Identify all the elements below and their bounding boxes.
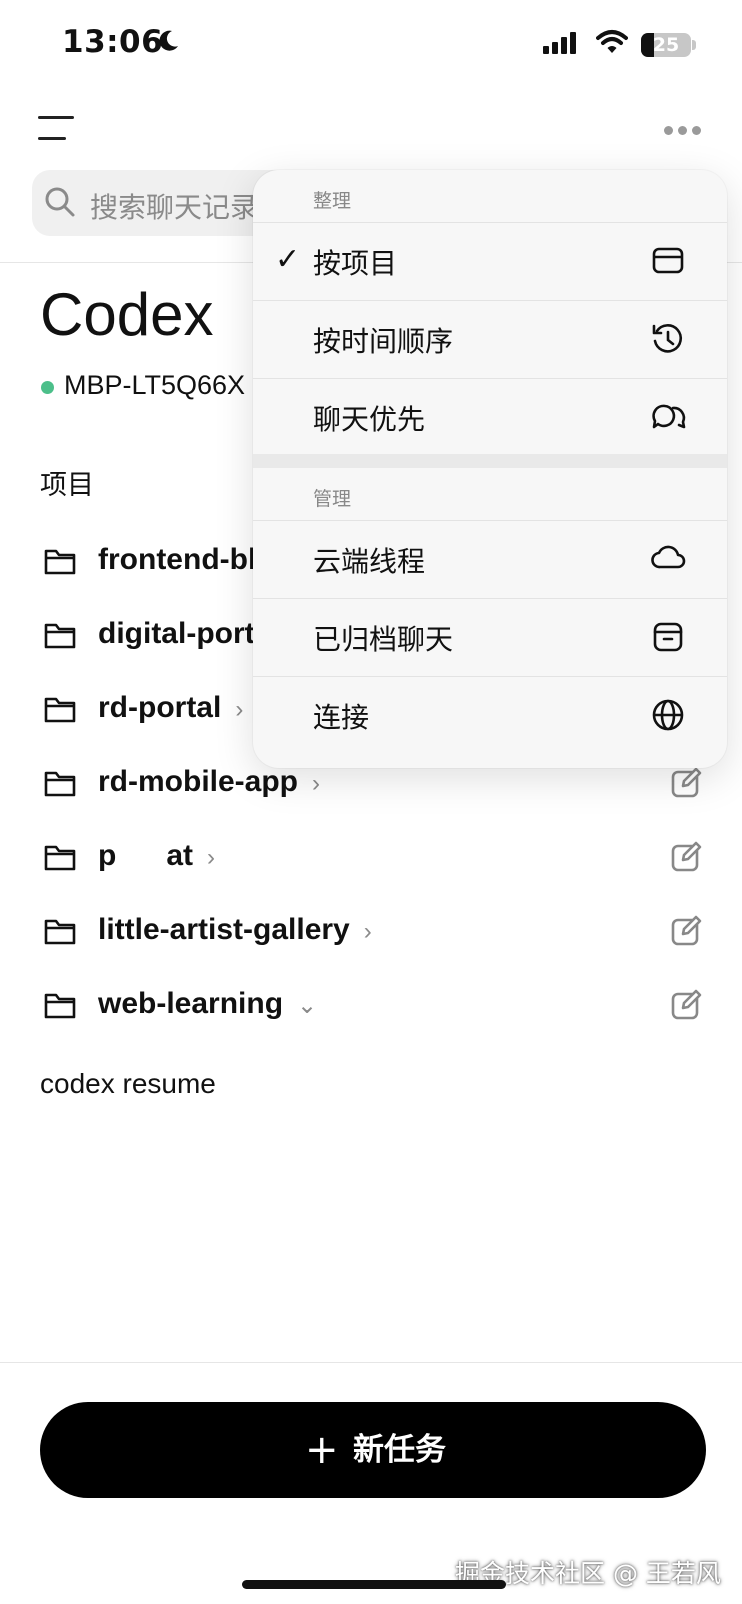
new-task-label: 新任务 (353, 1432, 446, 1468)
project-row[interactable]: web-learning ⌄ (0, 977, 742, 1037)
project-row[interactable]: little-artist-gallery › (0, 903, 742, 963)
folder-icon (652, 247, 684, 274)
chevron-right-icon: › (312, 770, 320, 797)
folder-icon (44, 771, 76, 797)
wifi-icon (596, 30, 628, 53)
battery-cap (692, 40, 696, 50)
page-title: Codex (40, 281, 214, 348)
organize-menu: 整理 ✓ 按项目 按时间顺序 聊天优先 管理 云端线程 已归档聊天 连接 (253, 170, 727, 768)
new-task-button[interactable]: + 新任务 (40, 1402, 706, 1498)
menu-group-manage: 管理 (313, 488, 352, 510)
project-name: p at › (98, 839, 216, 872)
checkmark-icon: ✓ (275, 242, 301, 277)
status-time: 13:06 (62, 24, 164, 60)
menu-item-connect[interactable]: 连接 (253, 676, 727, 754)
menu-item-label: 已归档聊天 (313, 623, 454, 656)
folder-icon (44, 845, 76, 871)
search-placeholder: 搜索聊天记录 (90, 191, 259, 224)
folder-icon (44, 919, 76, 945)
search-icon (45, 187, 75, 217)
folder-icon (44, 697, 76, 723)
plus-icon: + (305, 1427, 339, 1473)
menu-item-label: 按项目 (313, 247, 398, 280)
battery-icon: 25 (641, 33, 691, 57)
menu-item-cloud-threads[interactable]: 云端线程 (253, 520, 727, 598)
folder-icon (44, 623, 76, 649)
folder-icon (44, 993, 76, 1019)
menu-group-gap (253, 454, 727, 468)
battery-percent: 25 (652, 34, 680, 56)
projects-section-label: 项目 (40, 470, 94, 501)
project-row[interactable]: p at › (0, 829, 742, 889)
cellular-signal-icon (543, 32, 579, 54)
bottom-divider (0, 1362, 742, 1363)
chevron-right-icon: › (363, 918, 372, 945)
edit-icon[interactable] (670, 841, 702, 873)
menu-item-archived-chats[interactable]: 已归档聊天 (253, 598, 727, 676)
home-indicator (242, 1580, 506, 1589)
status-dot (41, 381, 54, 394)
edit-icon[interactable] (670, 767, 702, 799)
menu-group-organize: 整理 (313, 190, 352, 212)
chevron-right-icon: › (207, 844, 216, 871)
chevron-down-icon: ⌄ (297, 992, 318, 1019)
menu-item-label: 连接 (313, 701, 370, 734)
menu-item-label: 按时间顺序 (313, 325, 454, 358)
dot-icon (692, 126, 701, 135)
archive-icon (653, 622, 683, 652)
device-name: MBP-LT5Q66X (64, 370, 246, 400)
chat-bubbles-icon (652, 404, 686, 429)
menu-item-label: 云端线程 (313, 545, 426, 578)
thread-item[interactable]: codex resume (40, 1068, 216, 1100)
project-name: web-learning ⌄ (98, 987, 318, 1020)
menu-item-chat-first[interactable]: 聊天优先 (253, 378, 727, 456)
cloud-icon (651, 545, 686, 569)
project-name: rd-mobile-app › (98, 765, 320, 798)
chevron-right-icon: › (235, 696, 244, 723)
menu-item-label: 聊天优先 (313, 403, 426, 436)
dot-icon (664, 126, 673, 135)
more-options-button[interactable] (664, 120, 706, 139)
project-name: rd-portal › (98, 691, 244, 724)
project-name: little-artist-gallery › (98, 913, 372, 946)
dot-icon (678, 126, 687, 135)
sidebar-menu-button[interactable] (36, 114, 82, 144)
edit-icon[interactable] (670, 989, 702, 1021)
menu-item-by-project[interactable]: ✓ 按项目 (253, 222, 727, 300)
folder-icon (44, 549, 76, 575)
edit-icon[interactable] (670, 915, 702, 947)
globe-icon (652, 699, 684, 731)
moon-icon (159, 30, 178, 51)
history-icon (652, 324, 683, 353)
menu-item-by-time[interactable]: 按时间顺序 (253, 300, 727, 378)
